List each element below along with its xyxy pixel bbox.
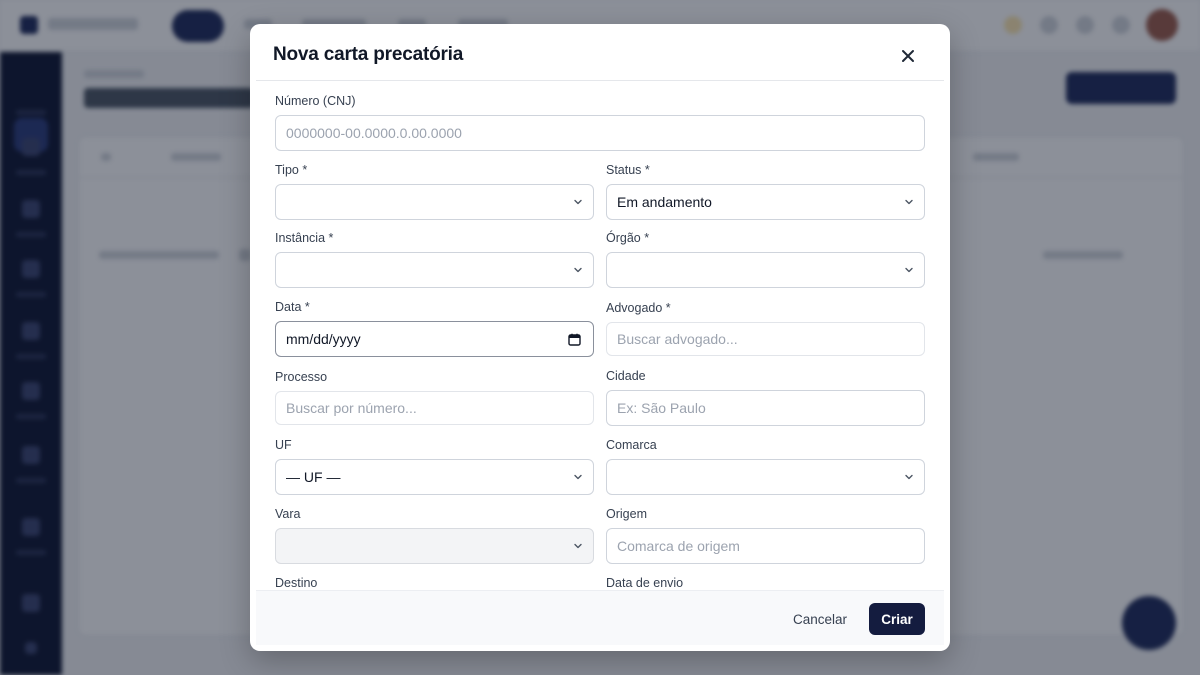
chevron-down-icon [574, 474, 582, 480]
data-value: mm/dd/yyyy [286, 331, 361, 347]
comarca-label: Comarca [606, 438, 657, 452]
close-icon [902, 50, 914, 62]
field-numero: Número (CNJ) [275, 93, 925, 151]
status-value: Em andamento [617, 194, 712, 210]
data-date-input[interactable]: mm/dd/yyyy [275, 321, 594, 357]
modal-content: Nova carta precatória Número (CNJ) Tipo … [256, 30, 944, 645]
field-vara: Vara [275, 506, 594, 564]
data-label: Data * [275, 300, 310, 314]
tipo-label: Tipo * [275, 163, 308, 177]
chevron-down-icon [905, 267, 913, 273]
advogado-search-input[interactable] [606, 322, 925, 356]
vara-label: Vara [275, 507, 301, 521]
modal-title: Nova carta precatória [273, 44, 464, 65]
modal-form: Número (CNJ) Tipo * Status * Em andament… [256, 81, 944, 590]
origem-input[interactable] [606, 528, 925, 564]
cidade-label: Cidade [606, 369, 646, 383]
cancel-button[interactable]: Cancelar [780, 604, 860, 634]
field-advogado: Advogado * [606, 300, 925, 356]
calendar-icon[interactable] [568, 333, 581, 346]
cidade-input[interactable] [606, 390, 925, 426]
vara-select[interactable] [275, 528, 594, 564]
field-origem: Origem [606, 506, 925, 564]
modal-header: Nova carta precatória [256, 30, 944, 81]
processo-label: Processo [275, 370, 328, 384]
orgao-label: Órgão * [606, 231, 650, 245]
field-data: Data * mm/dd/yyyy [275, 299, 594, 357]
chevron-down-icon [905, 474, 913, 480]
field-uf: UF — UF — [275, 437, 594, 495]
status-label: Status * [606, 163, 650, 177]
status-select[interactable]: Em andamento [606, 184, 925, 220]
field-destino: Destino [275, 575, 594, 590]
data-envio-label: Data de envio [606, 576, 684, 590]
create-button[interactable]: Criar [869, 603, 925, 635]
destino-label: Destino [275, 576, 318, 590]
advogado-label: Advogado * [606, 301, 671, 315]
chevron-down-icon [574, 267, 582, 273]
field-processo: Processo [275, 369, 594, 425]
numero-label: Número (CNJ) [275, 94, 356, 108]
tipo-select[interactable] [275, 184, 594, 220]
chevron-down-icon [574, 199, 582, 205]
chevron-down-icon [905, 199, 913, 205]
field-data-envio: Data de envio [606, 575, 925, 590]
numero-input[interactable] [275, 115, 925, 151]
close-button[interactable] [896, 44, 920, 68]
uf-label: UF [275, 438, 292, 452]
chevron-down-icon [574, 543, 582, 549]
field-instancia: Instância * [275, 230, 594, 288]
uf-value: — UF — [286, 469, 341, 485]
field-orgao: Órgão * [606, 230, 925, 288]
instancia-label: Instância * [275, 231, 334, 245]
comarca-select[interactable] [606, 459, 925, 495]
origem-label: Origem [606, 507, 647, 521]
processo-search-input[interactable] [275, 391, 594, 425]
field-cidade: Cidade [606, 368, 925, 426]
instancia-select[interactable] [275, 252, 594, 288]
modal-footer: Cancelar Criar [256, 590, 944, 645]
orgao-select[interactable] [606, 252, 925, 288]
field-tipo: Tipo * [275, 162, 594, 220]
field-status: Status * Em andamento [606, 162, 925, 220]
field-comarca: Comarca [606, 437, 925, 495]
uf-select[interactable]: — UF — [275, 459, 594, 495]
new-letter-modal: Nova carta precatória Número (CNJ) Tipo … [250, 24, 950, 651]
